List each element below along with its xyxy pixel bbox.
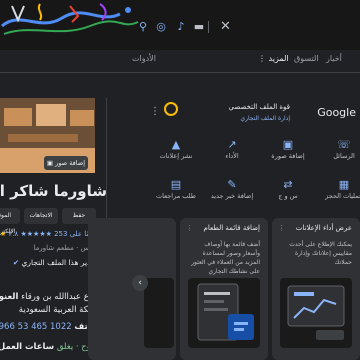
action-label: الرسائل — [333, 152, 355, 160]
action-phone[interactable]: ☏ الرسائل — [320, 138, 360, 168]
search-box[interactable]: ⚲ ◎ ♪ ▬ — [132, 18, 282, 38]
profile-name: قوة الملف التخصصي — [228, 103, 290, 111]
close-icon[interactable]: ⋮ — [186, 224, 193, 232]
clear-icon[interactable]: ✕ — [220, 20, 234, 34]
card-description: أضف قائمة بها أوصاف وأسعار وصور لمساعدة … — [191, 241, 260, 275]
action-label: إضافة خبر جديد — [210, 192, 254, 200]
divider — [208, 21, 209, 33]
action-ads[interactable]: ▲ نشر إعلانات — [152, 138, 200, 168]
post-icon: ✎ — [227, 178, 237, 191]
top-bar: ⚲ ◎ ♪ ▬ ✕ — [0, 0, 360, 50]
phone-icon: ☏ — [337, 138, 351, 151]
more-options-icon[interactable]: ⋮ — [150, 106, 160, 117]
action-label: إضافة صورة — [271, 152, 305, 160]
action-label: نشر إعلانات — [159, 152, 193, 160]
star-rating-icon: ★ — [0, 230, 7, 238]
tab-news[interactable]: أخبار — [326, 54, 342, 63]
add-photo-label: إضافة صور — [55, 159, 86, 167]
action-label: الأداء — [225, 152, 239, 160]
directions-button[interactable]: الاتجاهات — [24, 208, 58, 224]
qa-icon: ⇄ — [283, 178, 293, 191]
action-review[interactable]: ▤ طلب مراجعات — [152, 178, 200, 208]
card-title: عرض أداء الإعلانات — [295, 224, 352, 232]
suggestion-card-partial[interactable] — [88, 218, 176, 360]
card-illustration — [144, 278, 174, 348]
review-icon: ▤ — [170, 178, 182, 191]
menu-illustration — [188, 278, 260, 348]
ads-performance-card[interactable]: ⋮ عرض أداء الإعلانات يمكنك الإطلاع على أ… — [272, 218, 360, 360]
action-calendar[interactable]: ▦ عمليات الحجز — [320, 178, 360, 208]
carousel-prev-button[interactable]: ‹ — [132, 275, 148, 291]
action-label: س و ج — [278, 192, 298, 200]
photo-icon: ▣ — [282, 138, 294, 151]
add-menu-card[interactable]: ⋮ إضافة قائمة الطعام أضف قائمة بها أوصاف… — [180, 218, 268, 360]
verified-icon: ✔ — [12, 258, 20, 267]
action-label: طلب مراجعات — [156, 192, 196, 200]
action-performance[interactable]: ↗ الأداء — [208, 138, 256, 168]
card-title: إضافة قائمة الطعام — [203, 224, 260, 232]
business-name: شاورما شاكر المنطقة — [0, 182, 107, 200]
business-photo[interactable]: ▣ إضافة صور — [0, 98, 95, 173]
google-doodle-logo[interactable] — [0, 0, 140, 40]
calendar-icon: ▦ — [338, 178, 350, 191]
page: ⚲ ◎ ♪ ▬ ✕ الأدوات ⋮ المزيد التسوق أخبار … — [0, 0, 360, 360]
ads-icon: ▲ — [171, 138, 181, 151]
close-icon[interactable]: ⋮ — [278, 224, 285, 232]
google-logo: Google — [317, 106, 356, 119]
search-tabs: الأدوات ⋮ المزيد التسوق أخبار — [0, 52, 360, 70]
suggestion-cards: ⋮ عرض أداء الإعلانات يمكنك الإطلاع على أ… — [88, 218, 360, 360]
action-post[interactable]: ✎ إضافة خبر جديد — [208, 178, 256, 208]
add-photo-button[interactable]: ▣ إضافة صور — [44, 156, 88, 170]
website-button[interactable]: الموقع الإلكتروني — [0, 208, 20, 235]
tab-more-label: المزيد — [268, 54, 289, 63]
tabs-divider — [0, 72, 360, 73]
search-icon[interactable]: ⚲ — [136, 20, 150, 34]
card-description: يمكنك الإطلاع على أحدث مقاييس إعلاناتك و… — [289, 241, 352, 266]
performance-icon: ↗ — [227, 138, 237, 151]
action-photo[interactable]: ▣ إضافة صورة — [264, 138, 312, 168]
tab-tools[interactable]: الأدوات — [132, 54, 156, 63]
action-qa[interactable]: ⇄ س و ج — [264, 178, 312, 208]
ads-chart-illustration — [280, 278, 352, 348]
manage-profile-link[interactable]: إدارة الملف التجاري — [170, 115, 290, 122]
lens-icon[interactable]: ◎ — [154, 20, 168, 34]
business-profile-manager: Google ⋮ قوة الملف التخصصي إدارة الملف ا… — [88, 98, 360, 360]
microphone-icon[interactable]: ♪ — [174, 20, 188, 34]
tab-more[interactable]: ⋮ المزيد — [258, 54, 289, 63]
tab-shopping[interactable]: التسوق — [294, 54, 319, 63]
action-label: عمليات الحجز — [325, 192, 360, 200]
phone-link[interactable]: +966 53 465 1022 — [0, 322, 72, 332]
keyboard-icon[interactable]: ▬ — [192, 20, 206, 34]
